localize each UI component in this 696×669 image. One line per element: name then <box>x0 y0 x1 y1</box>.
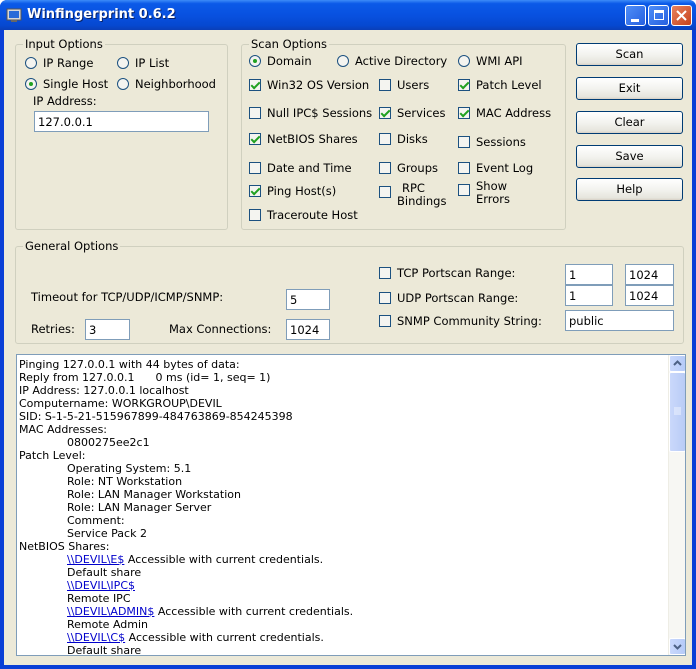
output-line: Patch Level: <box>19 449 86 462</box>
tcp-from-input[interactable]: 1 <box>565 264 613 285</box>
scroll-down-button[interactable] <box>669 638 685 655</box>
output-line: \\DEVIL\ADMIN$ Accessible with current c… <box>67 605 354 618</box>
sessions-checkbox[interactable]: Sessions <box>458 136 526 149</box>
output-line: \\DEVIL\E$ Accessible with current crede… <box>67 553 324 566</box>
output-line: Default share <box>67 644 142 656</box>
domain-radio[interactable]: Domain <box>249 55 312 68</box>
app-window: Winfingerprint 0.6.2 Input Options IP Ra… <box>0 0 696 669</box>
snmp-community-checkbox[interactable]: SNMP Community String: <box>379 315 542 328</box>
output-textarea[interactable]: Pinging 127.0.0.1 with 44 bytes of data:… <box>16 354 686 656</box>
users-checkbox[interactable]: Users <box>379 79 429 92</box>
minimize-icon <box>631 19 639 22</box>
save-button[interactable]: Save <box>576 145 683 168</box>
max-connections-input[interactable]: 1024 <box>286 319 330 340</box>
app-icon <box>6 8 22 22</box>
help-button[interactable]: Help <box>576 178 683 201</box>
netbios-shares-checkbox[interactable]: NetBIOS Shares <box>249 133 358 146</box>
vertical-scrollbar[interactable] <box>668 355 685 655</box>
output-line: Remote IPC <box>67 592 131 605</box>
output-line: Remote Admin <box>67 618 148 631</box>
share-link[interactable]: \\DEVIL\E$ <box>67 553 124 566</box>
output-line: Comment: <box>67 514 125 527</box>
general-options-label: General Options <box>23 239 121 253</box>
udp-from-input[interactable]: 1 <box>565 285 613 306</box>
output-line: Operating System: 5.1 <box>67 462 192 475</box>
scroll-thumb[interactable] <box>669 372 685 452</box>
minimize-button[interactable] <box>625 5 646 26</box>
rpc-bindings-checkbox[interactable]: RPC Bindings <box>379 182 446 208</box>
scroll-up-button[interactable] <box>669 355 685 372</box>
output-line: Service Pack 2 <box>67 527 147 540</box>
snmp-community-input[interactable]: public <box>565 310 674 331</box>
grip-icon <box>674 407 681 415</box>
output-line: Role: LAN Manager Workstation <box>67 488 241 501</box>
output-line: \\DEVIL\IPC$ <box>19 579 663 592</box>
exit-button[interactable]: Exit <box>576 77 683 100</box>
share-link[interactable]: \\DEVIL\IPC$ <box>67 579 135 592</box>
window-title: Winfingerprint 0.6.2 <box>27 7 176 22</box>
retries-input[interactable]: 3 <box>85 319 130 340</box>
ip-address-label: IP Address: <box>33 94 97 108</box>
input-options-group: Input Options <box>15 37 228 230</box>
output-line: IP Address: 127.0.0.1 localhost <box>19 384 189 397</box>
win32-os-version-checkbox[interactable]: Win32 OS Version <box>249 79 369 92</box>
single-host-radio[interactable]: Single Host <box>25 78 108 91</box>
udp-portscan-checkbox[interactable]: UDP Portscan Range: <box>379 292 518 305</box>
output-line: \\DEVIL\C$ Accessible with current crede… <box>67 631 324 644</box>
maximize-button[interactable] <box>648 5 669 26</box>
output-line: MAC Addresses: <box>19 423 108 436</box>
close-button[interactable] <box>671 5 692 26</box>
close-icon <box>676 10 687 21</box>
input-options-label: Input Options <box>23 37 105 51</box>
null-ipc-sessions-checkbox[interactable]: Null IPC$ Sessions <box>249 107 372 120</box>
scroll-up-icon <box>673 360 682 366</box>
ping-hosts-checkbox[interactable]: Ping Host(s) <box>249 185 336 198</box>
ip-address-input[interactable]: 127.0.0.1 <box>34 111 209 132</box>
output-line: Reply from 127.0.0.1 0 ms (id= 1, seq= 1… <box>19 371 271 384</box>
groups-checkbox[interactable]: Groups <box>379 162 438 175</box>
output-line: SID: S-1-5-21-515967899-484763869-854245… <box>19 410 293 423</box>
traceroute-host-checkbox[interactable]: Traceroute Host <box>249 209 358 222</box>
output-line: Role: LAN Manager Server <box>67 501 212 514</box>
clear-button[interactable]: Clear <box>576 111 683 134</box>
mac-address-checkbox[interactable]: MAC Address <box>458 107 551 120</box>
output-lines: Pinging 127.0.0.1 with 44 bytes of data:… <box>19 358 663 656</box>
event-log-checkbox[interactable]: Event Log <box>458 162 533 175</box>
output-line: 0800275ee2c1 <box>67 436 150 449</box>
window-client: Input Options IP Range IP List Single Ho… <box>4 30 692 665</box>
active-directory-radio[interactable]: Active Directory <box>337 55 447 68</box>
scan-button[interactable]: Scan <box>576 43 683 66</box>
wmi-api-radio[interactable]: WMI API <box>458 55 523 68</box>
scroll-down-icon <box>673 644 682 650</box>
title-bar[interactable]: Winfingerprint 0.6.2 <box>0 0 696 30</box>
output-line: NetBIOS Shares: <box>19 540 110 553</box>
output-line: Role: NT Workstation <box>67 475 183 488</box>
share-link[interactable]: \\DEVIL\ADMIN$ <box>67 605 154 618</box>
max-connections-label: Max Connections: <box>169 322 272 336</box>
udp-to-input[interactable]: 1024 <box>625 285 674 306</box>
tcp-portscan-checkbox[interactable]: TCP Portscan Range: <box>379 267 515 280</box>
scan-options-label: Scan Options <box>249 37 329 51</box>
tcp-to-input[interactable]: 1024 <box>625 264 674 285</box>
output-line: Default share <box>67 566 142 579</box>
neighborhood-radio[interactable]: Neighborhood <box>117 78 216 91</box>
disks-checkbox[interactable]: Disks <box>379 133 428 146</box>
patch-level-checkbox[interactable]: Patch Level <box>458 79 542 92</box>
timeout-label: Timeout for TCP/UDP/ICMP/SNMP: <box>31 290 224 304</box>
services-checkbox[interactable]: Services <box>379 107 446 120</box>
retries-label: Retries: <box>31 322 75 336</box>
output-line: Pinging 127.0.0.1 with 44 bytes of data: <box>19 358 240 371</box>
show-errors-checkbox[interactable]: Show Errors <box>458 180 510 206</box>
ip-list-radio[interactable]: IP List <box>117 57 169 70</box>
date-and-time-checkbox[interactable]: Date and Time <box>249 162 352 175</box>
ip-range-radio[interactable]: IP Range <box>25 57 93 70</box>
timeout-input[interactable]: 5 <box>286 289 330 310</box>
output-line: Computername: WORKGROUP\DEVIL <box>19 397 222 410</box>
share-link[interactable]: \\DEVIL\C$ <box>67 631 125 644</box>
